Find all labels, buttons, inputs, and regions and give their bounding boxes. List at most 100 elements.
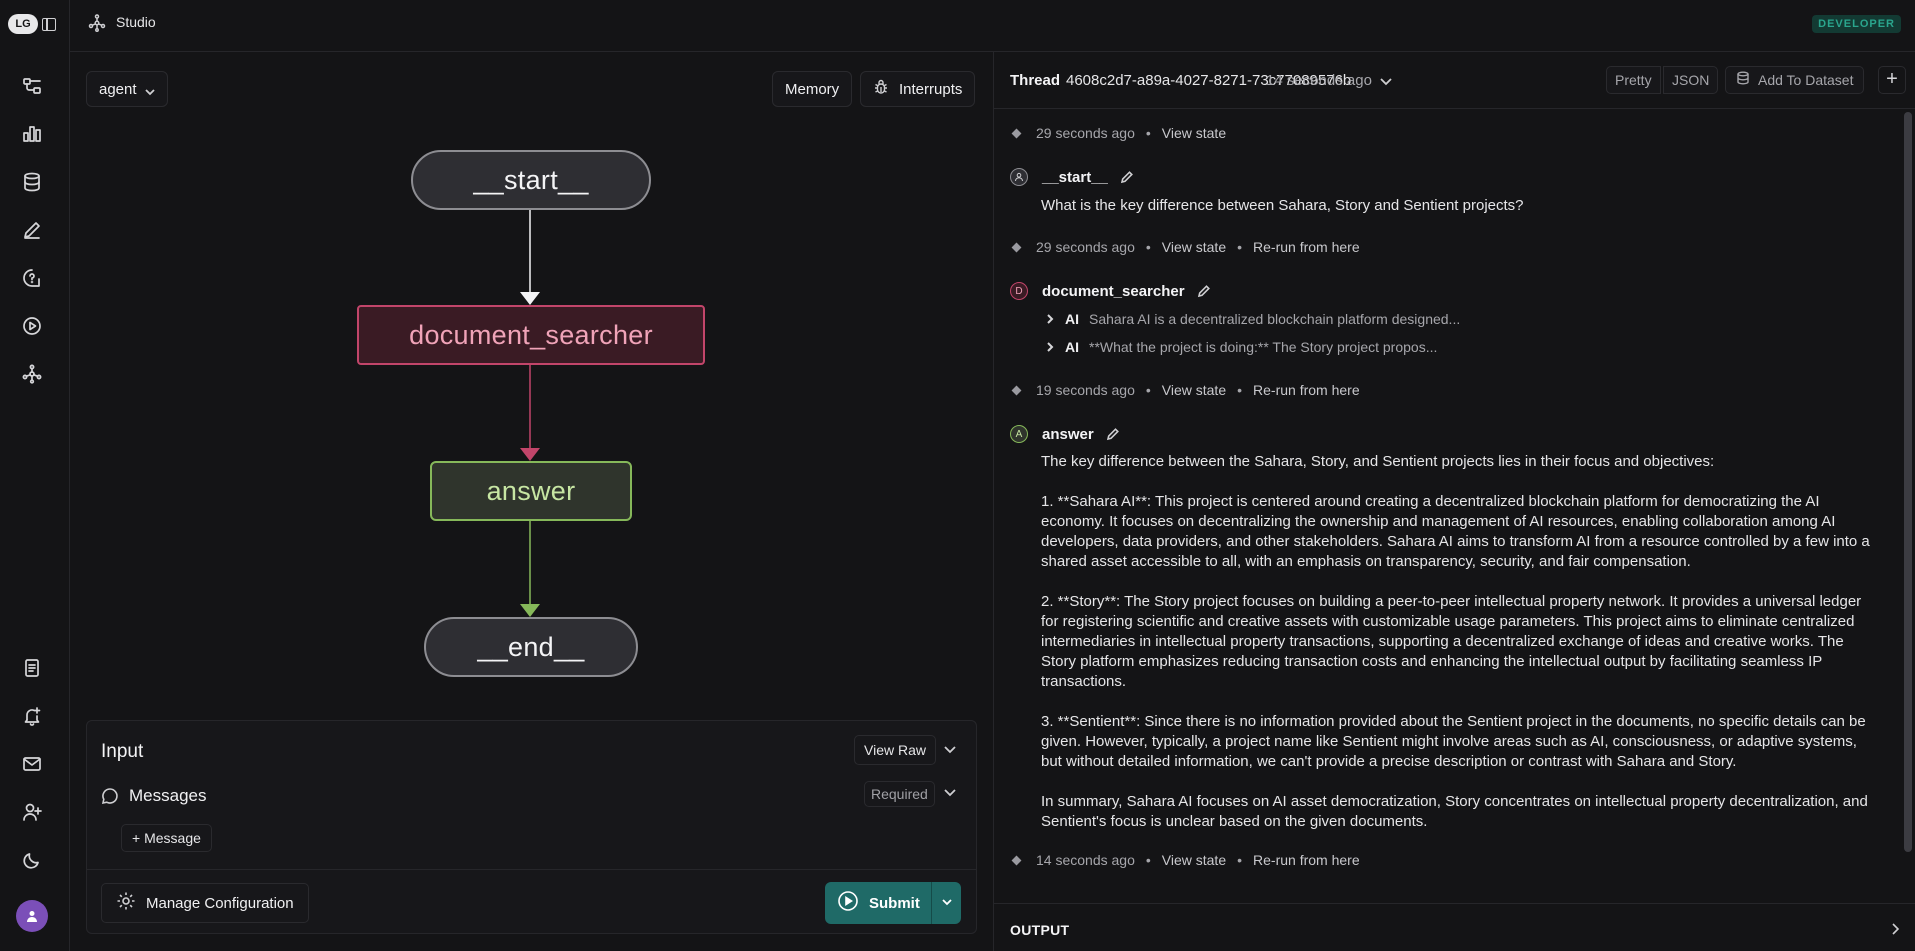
moon-icon[interactable] <box>20 848 44 872</box>
answer-paragraph: The key difference between the Sahara, S… <box>1041 453 1715 470</box>
chevron-down-icon[interactable] <box>943 742 959 758</box>
studio-label: Studio <box>116 14 156 30</box>
ai-message-row[interactable]: AI **What the project is doing:** The St… <box>1045 339 1437 355</box>
manage-configuration-button[interactable]: Manage Configuration <box>101 883 309 923</box>
checkpoint-diamond-icon <box>1011 385 1022 395</box>
graph-node-document-searcher[interactable]: document_searcher <box>357 305 705 365</box>
edge-arrow-searcher <box>520 448 540 461</box>
chart-icon[interactable] <box>20 122 44 146</box>
node-header-start: __start__ <box>1010 168 1134 186</box>
user-plus-icon[interactable] <box>20 800 44 824</box>
separator: • <box>1145 125 1151 141</box>
pretty-toggle[interactable]: Pretty <box>1606 66 1661 94</box>
checkpoint-time: 29 seconds ago <box>1036 239 1135 255</box>
checkpoint-row: 29 seconds ago • View state <box>1010 125 1226 141</box>
separator: • <box>1237 382 1243 398</box>
interrupts-button[interactable]: Interrupts <box>860 71 976 107</box>
new-thread-button[interactable]: + <box>1878 66 1906 94</box>
manage-configuration-label: Manage Configuration <box>146 894 294 912</box>
pen-icon[interactable] <box>20 218 44 242</box>
thread-panel: Thread 4608c2d7-a89a-4027-8271-73c770895… <box>993 52 1915 951</box>
left-rail: LG <box>0 0 70 951</box>
bug-icon <box>873 79 889 99</box>
add-message-button[interactable]: + Message <box>121 824 212 852</box>
required-badge: Required <box>864 781 935 807</box>
edit-icon[interactable] <box>1120 170 1134 184</box>
add-to-dataset-button[interactable]: Add To Dataset <box>1725 66 1865 94</box>
graph-panel: agent Memory Interrupts __start__ docume… <box>70 52 993 951</box>
rerun-link[interactable]: Re-run from here <box>1253 852 1360 868</box>
submit-button[interactable]: Submit <box>825 882 932 924</box>
input-title: Input <box>101 741 144 762</box>
checkpoint-row: 19 seconds ago • View state • Re-run fro… <box>1010 382 1360 398</box>
studio-icon <box>88 14 106 32</box>
view-state-link[interactable]: View state <box>1162 382 1226 398</box>
play-icon[interactable] <box>20 314 44 338</box>
memory-button[interactable]: Memory <box>772 71 853 107</box>
mail-icon[interactable] <box>20 752 44 776</box>
user-icon <box>1010 168 1028 186</box>
checkpoint-time: 14 seconds ago <box>1036 852 1135 868</box>
graph-node-answer[interactable]: answer <box>430 461 632 521</box>
top-bar: Studio DEVELOPER <box>70 0 1915 52</box>
rerun-link[interactable]: Re-run from here <box>1253 239 1360 255</box>
separator: • <box>1145 382 1151 398</box>
chevron-down-icon[interactable] <box>1379 74 1395 90</box>
node-message: What is the key difference between Sahar… <box>1041 197 1524 214</box>
database-icon[interactable] <box>20 170 44 194</box>
chevron-down-icon[interactable] <box>943 785 959 801</box>
ai-tag: AI <box>1065 339 1079 355</box>
submit-label: Submit <box>869 894 920 912</box>
bell-plus-icon[interactable] <box>20 704 44 728</box>
ai-message-preview: Sahara AI is a decentralized blockchain … <box>1089 311 1461 327</box>
plus-icon: + <box>132 830 145 846</box>
gear-icon <box>116 891 136 915</box>
add-to-dataset-label: Add To Dataset <box>1758 72 1854 88</box>
separator: • <box>1237 239 1243 255</box>
checkpoint-time: 19 seconds ago <box>1036 382 1135 398</box>
scrollbar[interactable] <box>1904 112 1912 852</box>
messages-label: Messages <box>129 786 207 805</box>
developer-badge: DEVELOPER <box>1812 15 1901 33</box>
rerun-link[interactable]: Re-run from here <box>1253 382 1360 398</box>
submit-dropdown-button[interactable] <box>932 882 961 924</box>
node-initial-badge: A <box>1010 425 1028 443</box>
chevron-right-icon <box>1045 311 1055 327</box>
view-state-link[interactable]: View state <box>1162 125 1226 141</box>
checkpoint-diamond-icon <box>1011 128 1022 138</box>
checkpoint-diamond-icon <box>1011 855 1022 865</box>
sidebar-toggle-icon[interactable] <box>42 18 56 31</box>
message-icon <box>101 787 119 805</box>
avatar[interactable] <box>16 900 48 932</box>
view-state-link[interactable]: View state <box>1162 239 1226 255</box>
chevron-right-icon <box>1045 339 1055 355</box>
graph-canvas[interactable]: agent Memory Interrupts __start__ docume… <box>70 52 993 692</box>
edge-arrow-answer <box>520 604 540 617</box>
view-state-link[interactable]: View state <box>1162 852 1226 868</box>
docs-icon[interactable] <box>20 656 44 680</box>
graph-node-end[interactable]: __end__ <box>424 617 638 677</box>
chat-help-icon[interactable] <box>20 266 44 290</box>
thread-feed: 29 seconds ago • View state __start__ Wh… <box>994 109 1900 899</box>
json-toggle[interactable]: JSON <box>1663 66 1719 94</box>
agent-select-value: agent <box>99 80 137 98</box>
node-header-document-searcher: D document_searcher <box>1010 282 1211 300</box>
view-raw-button[interactable]: View Raw <box>854 735 936 765</box>
deploy-icon[interactable] <box>20 362 44 386</box>
ai-message-row[interactable]: AI Sahara AI is a decentralized blockcha… <box>1045 311 1460 327</box>
thread-header: Thread 4608c2d7-a89a-4027-8271-73c770895… <box>994 52 1915 109</box>
agent-select[interactable]: agent <box>86 71 168 107</box>
submit-button-group: Submit <box>825 882 961 924</box>
edit-icon[interactable] <box>1197 284 1211 298</box>
langgraph-logo: LG <box>8 14 38 34</box>
graph-icon[interactable] <box>20 74 44 98</box>
output-label: OUTPUT <box>1010 922 1070 938</box>
output-section[interactable]: OUTPUT <box>994 903 1915 951</box>
graph-node-start[interactable]: __start__ <box>411 150 651 210</box>
separator: • <box>1145 852 1151 868</box>
edit-icon[interactable] <box>1106 427 1120 441</box>
answer-paragraph: 1. **Sahara AI**: This project is center… <box>1041 493 1874 570</box>
checkpoint-diamond-icon <box>1011 242 1022 252</box>
node-header-answer: A answer <box>1010 425 1120 443</box>
ai-message-preview: **What the project is doing:** The Story… <box>1089 339 1438 355</box>
